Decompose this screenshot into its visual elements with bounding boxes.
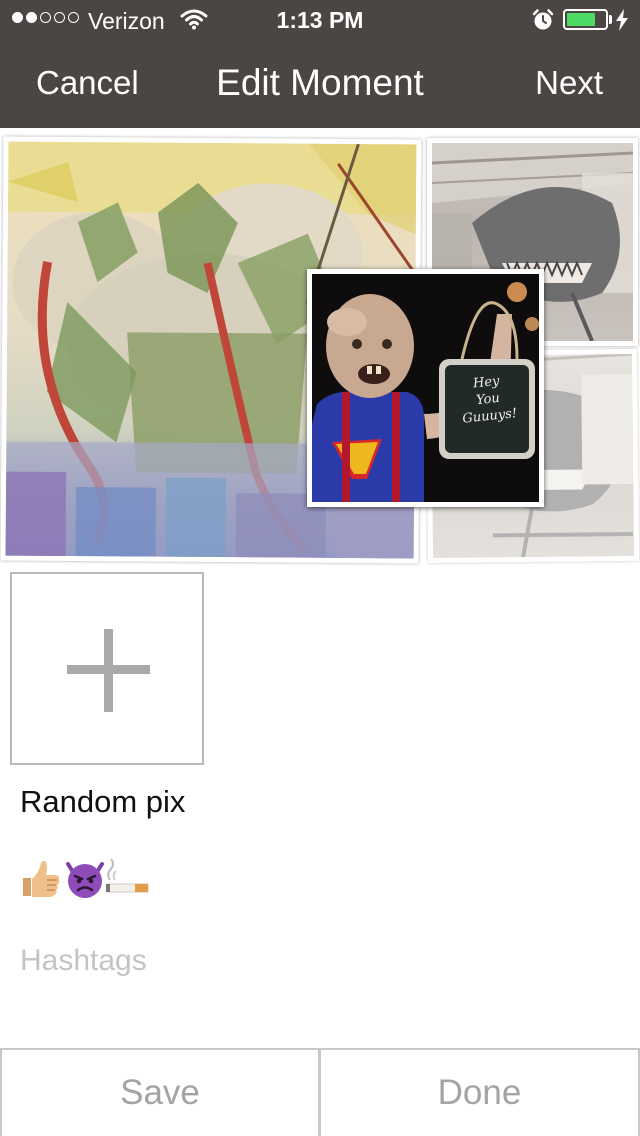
battery-icon (563, 9, 608, 30)
thumbs-up-emoji-icon (23, 860, 60, 897)
status-bar: Verizon 1:13 PM (0, 0, 640, 40)
battery-level (567, 13, 595, 26)
bottom-action-bar: Save Done (0, 1048, 640, 1136)
alarm-clock-icon (531, 8, 555, 38)
photo-collage: Hey You Guuuys! (0, 128, 640, 568)
costume-sign-photo[interactable]: Hey You Guuuys! (307, 269, 544, 507)
hashtags-field[interactable]: Hashtags (20, 944, 620, 978)
imp-emoji-icon (66, 862, 104, 898)
sign-text: Hey You Guuuys! (450, 370, 527, 428)
next-button[interactable]: Next (535, 64, 603, 102)
moment-title-field[interactable]: Random pix (20, 784, 620, 820)
top-bar: Verizon 1:13 PM Cancel Edit Moment Next (0, 0, 640, 128)
cigarette-emoji-icon (106, 858, 149, 893)
moment-emoji-field[interactable] (20, 858, 620, 900)
save-button[interactable]: Save (0, 1050, 320, 1136)
plus-icon-vertical (104, 629, 113, 712)
charging-bolt-icon (615, 9, 629, 37)
done-button[interactable]: Done (320, 1050, 640, 1136)
add-photo-button[interactable] (10, 572, 204, 765)
battery-tip (609, 15, 612, 24)
